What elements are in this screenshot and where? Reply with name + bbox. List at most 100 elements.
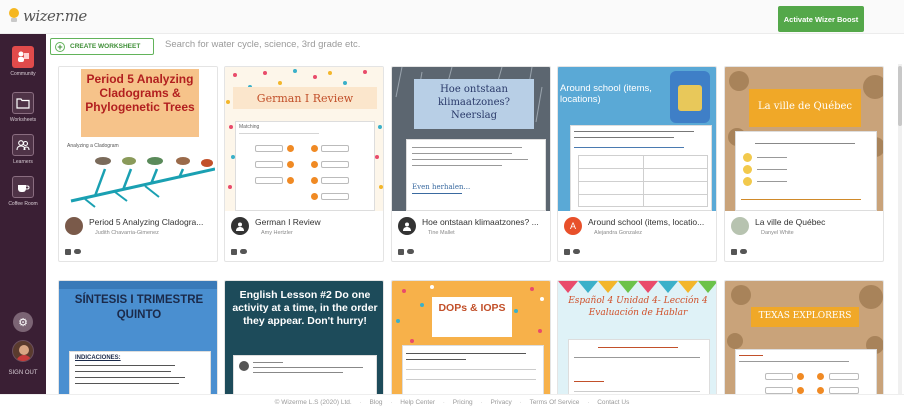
worksheet-card[interactable]: English Lesson #2 Do one activity at a t… bbox=[224, 280, 384, 394]
footer-link-blog[interactable]: Blog bbox=[369, 399, 382, 406]
card-author: Alejandra Gonzalez bbox=[594, 230, 643, 236]
user-avatar bbox=[12, 340, 34, 362]
author-avatar bbox=[398, 217, 416, 235]
footer: © Wizerme L.S (2020) Ltd. · Blog · Help … bbox=[0, 394, 904, 409]
author-avatar bbox=[731, 217, 749, 235]
sidebar-item-label: Learners bbox=[13, 159, 33, 165]
create-worksheet-button[interactable]: + CREATE WORKSHEET bbox=[50, 38, 154, 55]
comment-icon bbox=[74, 249, 81, 254]
worksheet-card[interactable]: SÍNTESIS I TRIMESTRE QUINTO INDICACIONES… bbox=[58, 280, 218, 394]
thumbnail-caption: Matching bbox=[239, 124, 260, 130]
worksheet-icon bbox=[231, 249, 237, 255]
thumbnail-title: English Lesson #2 Do one activity at a t… bbox=[232, 289, 378, 327]
sidebar: Community Worksheets Learners Coffee Roo… bbox=[0, 34, 46, 394]
card-thumbnail: La ville de Québec bbox=[725, 67, 883, 211]
sidebar-item-label: Worksheets bbox=[9, 117, 37, 123]
card-thumbnail: TEXAS EXPLORERS bbox=[725, 281, 883, 394]
card-thumbnail: Español 4 Unidad 4- Lección 4 Evaluación… bbox=[558, 281, 716, 394]
worksheet-icon bbox=[398, 249, 404, 255]
sidebar-item-community[interactable]: Community bbox=[0, 46, 46, 77]
card-thumbnail: DOPs & IOPS bbox=[392, 281, 550, 394]
worksheet-card[interactable]: La ville de Québec La ville de Québec Da… bbox=[724, 66, 884, 262]
thumbnail-caption: INDICACIONES: bbox=[75, 355, 121, 361]
worksheet-card[interactable]: Hoe ontstaan klimaatzones? Neerslag Even… bbox=[391, 66, 551, 262]
footer-link-pricing[interactable]: Pricing bbox=[453, 399, 473, 406]
top-bar: wizer.me Activate Wizer Boost bbox=[0, 0, 904, 34]
sidebar-item-worksheets[interactable]: Worksheets bbox=[0, 92, 46, 123]
worksheet-card[interactable]: TEXAS EXPLORERS bbox=[724, 280, 884, 394]
thumbnail-title: Hoe ontstaan klimaatzones? Neerslag bbox=[437, 84, 511, 121]
card-title[interactable]: Around school (items, locatio... bbox=[588, 217, 714, 227]
sign-out-link[interactable]: SIGN OUT bbox=[0, 370, 46, 376]
learners-icon bbox=[12, 134, 34, 156]
comment-icon bbox=[240, 249, 247, 254]
thumbnail-title: Español 4 Unidad 4- Lección 4 Evaluación… bbox=[568, 296, 708, 318]
card-info: A Around school (items, locatio... Aleja… bbox=[558, 211, 716, 261]
sidebar-item-label: Coffee Room bbox=[8, 201, 38, 207]
card-thumbnail: Around school (items, locations) bbox=[558, 67, 716, 211]
worksheet-icon bbox=[65, 249, 71, 255]
card-info: La ville de Québec Danyel White bbox=[725, 211, 883, 261]
card-thumbnail: German I Review Matching bbox=[225, 67, 383, 211]
card-info: Period 5 Analyzing Cladogra... Judith Ch… bbox=[59, 211, 217, 261]
footer-link-privacy[interactable]: Privacy bbox=[490, 399, 511, 406]
wizer-logo[interactable]: wizer.me bbox=[8, 7, 87, 25]
activate-boost-button[interactable]: Activate Wizer Boost bbox=[778, 6, 864, 32]
card-thumbnail: SÍNTESIS I TRIMESTRE QUINTO INDICACIONES… bbox=[59, 281, 217, 394]
folder-icon bbox=[12, 92, 34, 114]
card-author: Amy Hertzler bbox=[261, 230, 293, 236]
worksheet-card[interactable]: Español 4 Unidad 4- Lección 4 Evaluación… bbox=[557, 280, 717, 394]
card-info: Hoe ontstaan klimaatzones? ... Tine Mall… bbox=[392, 211, 550, 261]
search-input[interactable]: Search for water cycle, science, 3rd gra… bbox=[165, 39, 360, 50]
card-title[interactable]: La ville de Québec bbox=[755, 217, 881, 227]
worksheet-card[interactable]: German I Review Matching German I Review… bbox=[224, 66, 384, 262]
card-thumbnail: English Lesson #2 Do one activity at a t… bbox=[225, 281, 383, 394]
create-worksheet-label: CREATE WORKSHEET bbox=[70, 43, 141, 50]
scrollbar-thumb[interactable] bbox=[898, 66, 902, 126]
sidebar-user[interactable]: SIGN OUT bbox=[0, 340, 46, 376]
author-avatar: A bbox=[564, 217, 582, 235]
card-info: German I Review Amy Hertzler bbox=[225, 211, 383, 261]
worksheet-grid: Period 5 Analyzing Cladograms & Phylogen… bbox=[56, 64, 896, 394]
card-author: Tine Mallet bbox=[428, 230, 455, 236]
sidebar-item-label: Community bbox=[10, 71, 36, 77]
worksheet-icon bbox=[731, 249, 737, 255]
author-avatar bbox=[231, 217, 249, 235]
coffee-cup-icon bbox=[12, 176, 34, 198]
card-author: Judith Chavarria-Gimenez bbox=[95, 230, 159, 236]
thumbnail-title: Period 5 Analyzing Cladograms & Phylogen… bbox=[85, 72, 195, 114]
comment-icon bbox=[740, 249, 747, 254]
footer-link-help-center[interactable]: Help Center bbox=[400, 399, 435, 406]
worksheet-card[interactable]: Period 5 Analyzing Cladograms & Phylogen… bbox=[58, 66, 218, 262]
logo-text: wizer.me bbox=[23, 7, 87, 25]
gear-icon: ⚙ bbox=[13, 312, 33, 332]
comment-icon bbox=[573, 249, 580, 254]
card-title[interactable]: Period 5 Analyzing Cladogra... bbox=[89, 217, 215, 227]
author-avatar bbox=[65, 217, 83, 235]
footer-copyright: © Wizerme L.S (2020) Ltd. bbox=[274, 399, 352, 406]
plus-icon: + bbox=[55, 41, 65, 52]
thumbnail-caption: Even herhalen... bbox=[412, 183, 471, 191]
worksheet-card[interactable]: DOPs & IOPS bbox=[391, 280, 551, 394]
footer-link-terms[interactable]: Terms Of Service bbox=[530, 399, 580, 406]
worksheet-card[interactable]: Around school (items, locations) A Aroun… bbox=[557, 66, 717, 262]
thumbnail-title: Around school (items, locations) bbox=[560, 83, 652, 105]
card-author: Danyel White bbox=[761, 230, 794, 236]
card-thumbnail: Hoe ontstaan klimaatzones? Neerslag Even… bbox=[392, 67, 550, 211]
card-title[interactable]: Hoe ontstaan klimaatzones? ... bbox=[422, 217, 548, 227]
thumbnail-caption: Analyzing a Cladogram bbox=[67, 143, 119, 149]
thumbnail-title: La ville de Québec bbox=[757, 101, 853, 112]
community-icon bbox=[12, 46, 34, 68]
footer-link-contact[interactable]: Contact Us bbox=[597, 399, 629, 406]
card-thumbnail: Period 5 Analyzing Cladograms & Phylogen… bbox=[59, 67, 217, 211]
comment-icon bbox=[407, 249, 414, 254]
sidebar-item-coffee-room[interactable]: Coffee Room bbox=[0, 176, 46, 207]
thumbnail-title: DOPs & IOPS bbox=[438, 302, 506, 314]
thumbnail-title: TEXAS EXPLORERS bbox=[758, 311, 852, 321]
worksheet-icon bbox=[564, 249, 570, 255]
sidebar-settings[interactable]: ⚙ bbox=[0, 312, 46, 332]
card-title[interactable]: German I Review bbox=[255, 217, 381, 227]
sidebar-item-learners[interactable]: Learners bbox=[0, 134, 46, 165]
thumbnail-title: SÍNTESIS I TRIMESTRE QUINTO bbox=[74, 294, 204, 321]
lightbulb-icon bbox=[8, 8, 20, 24]
